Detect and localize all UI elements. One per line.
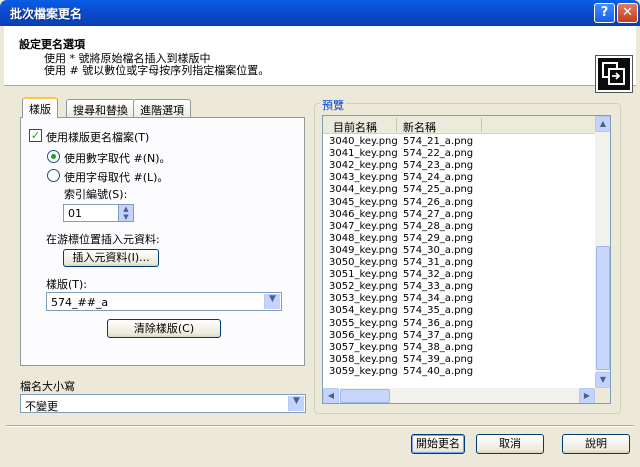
close-button[interactable]: ✕ [617, 3, 638, 23]
current-name-cell: 3047_key.png [329, 220, 398, 232]
help-button[interactable]: 說明 [562, 434, 630, 454]
index-stepper[interactable]: 01 ▲ ▼ [63, 204, 134, 222]
new-name-cell: 574_39_a.png [403, 353, 474, 365]
current-name-cell: 3044_key.png [329, 184, 398, 196]
new-name-cell: 574_36_a.png [403, 317, 474, 329]
window-title: 批次檔案更名 [10, 7, 83, 21]
insert-meta-label: 在游標位置插入元資料: [46, 233, 160, 246]
new-name-cell: 574_31_a.png [403, 257, 474, 268]
chevron-down-icon[interactable]: ▼ [264, 294, 280, 309]
new-name-cell: 574_27_a.png [403, 208, 474, 220]
current-name-cell: 3049_key.png [329, 244, 398, 256]
rename-files-icon [595, 55, 633, 93]
template-combo[interactable]: 574_##_a ▼ [46, 292, 282, 311]
current-name-cell: 3058_key.png [329, 353, 398, 365]
case-label: 檔名大小寫 [20, 380, 75, 393]
index-spin[interactable]: ▲ ▼ [118, 205, 133, 221]
start-rename-button[interactable]: 開始更名 [411, 434, 465, 454]
template-label: 樣版(T): [46, 278, 88, 291]
new-name-cell: 574_34_a.png [403, 293, 474, 305]
horizontal-scrollbar[interactable]: ◀ ▶ [323, 388, 595, 403]
preview-label: 預覽 [320, 97, 346, 113]
current-name-cell: 3046_key.png [329, 208, 398, 220]
current-name-cell: 3050_key.png [329, 257, 398, 268]
template-value: 574_##_a [51, 296, 109, 309]
vertical-scrollbar[interactable]: ▲ ▼ [595, 116, 610, 388]
current-name-cell: 3053_key.png [329, 293, 398, 305]
scroll-left-icon[interactable]: ◀ [323, 388, 339, 403]
new-name-cell: 574_37_a.png [403, 329, 474, 341]
current-name-cell: 3043_key.png [329, 172, 398, 184]
preview-list[interactable]: 目前名稱 新名稱 3040_key.png 574_21_a.png 3041_ke… [322, 115, 611, 404]
template-tab-panel: ✓ 使用樣版更名檔案(T) 使用數字取代 #(N)。 使用字母取代 #(L)。 … [20, 117, 305, 366]
header-hint-2: 使用 # 號以數位或字母按序列指定檔案位置。 [44, 64, 270, 77]
case-select[interactable]: 不變更 ▼ [20, 394, 306, 413]
insert-metadata-button[interactable]: 插入元資料(I)... [63, 249, 159, 267]
vertical-scroll-thumb[interactable] [596, 246, 610, 370]
new-name-cell: 574_30_a.png [403, 244, 474, 256]
case-value: 不變更 [25, 400, 58, 413]
new-name-cell: 574_24_a.png [403, 172, 474, 184]
current-name-cell: 3040_key.png [329, 136, 398, 147]
current-name-cell: 3041_key.png [329, 148, 398, 160]
current-name-cell: 3055_key.png [329, 317, 398, 329]
tab-search-replace[interactable]: 搜尋和替換 [66, 99, 135, 117]
radio-letters-label[interactable]: 使用字母取代 #(L)。 [64, 169, 168, 185]
scroll-corner [595, 388, 610, 403]
radio-digits-label[interactable]: 使用數字取代 #(N)。 [64, 150, 171, 166]
current-name-cell: 3051_key.png [329, 269, 398, 281]
current-name-cell: 3042_key.png [329, 160, 398, 172]
footer-divider [6, 425, 634, 427]
rename-dialog: 批次檔案更名 ? ✕ 設定更名選項 使用 * 號將原始檔名插入到樣版中 使用 #… [0, 0, 640, 467]
spin-up-icon[interactable]: ▲ [119, 205, 133, 213]
new-name-cell: 574_23_a.png [403, 160, 474, 172]
new-name-cell: 574_29_a.png [403, 232, 474, 244]
radio-letters[interactable] [47, 169, 60, 182]
column-new-name[interactable]: 新名稱 [403, 119, 436, 135]
help-title-button[interactable]: ? [594, 3, 615, 23]
new-name-cell: 574_35_a.png [403, 305, 474, 317]
scroll-up-icon[interactable]: ▲ [595, 116, 610, 132]
current-name-cell: 3059_key.png [329, 365, 398, 377]
use-template-checkbox[interactable]: ✓ [29, 129, 42, 142]
current-name-cell: 3057_key.png [329, 341, 398, 353]
scroll-down-icon[interactable]: ▼ [595, 372, 610, 388]
new-name-cell: 574_33_a.png [403, 281, 474, 293]
tab-advanced[interactable]: 進階選項 [133, 99, 191, 117]
current-name-cell: 3056_key.png [329, 329, 398, 341]
column-current-name[interactable]: 目前名稱 [333, 119, 377, 135]
new-name-cell: 574_28_a.png [403, 220, 474, 232]
current-name-cell: 3054_key.png [329, 305, 398, 317]
tab-template[interactable]: 樣版 [22, 97, 58, 118]
new-name-cell: 574_25_a.png [403, 184, 474, 196]
spin-down-icon[interactable]: ▼ [119, 213, 133, 221]
title-bar[interactable]: 批次檔案更名 ? ✕ [0, 0, 640, 26]
radio-digits[interactable] [47, 150, 60, 163]
header-panel: 設定更名選項 使用 * 號將原始檔名插入到樣版中 使用 # 號以數位或字母按序列… [4, 26, 636, 93]
column-separator[interactable] [396, 118, 397, 132]
clear-template-button[interactable]: 清除樣版(C) [107, 319, 221, 338]
column-separator[interactable] [481, 118, 482, 132]
cancel-button[interactable]: 取消 [476, 434, 544, 454]
index-value: 01 [68, 207, 82, 220]
new-name-cell: 574_26_a.png [403, 196, 474, 208]
chevron-down-icon[interactable]: ▼ [288, 396, 304, 411]
index-label: 索引編號(S): [64, 188, 128, 201]
new-name-cell: 574_32_a.png [403, 269, 474, 281]
list-header: 目前名稱 新名稱 [323, 116, 595, 134]
new-name-cell: 574_22_a.png [403, 148, 474, 160]
use-template-label[interactable]: 使用樣版更名檔案(T) [46, 129, 149, 145]
new-name-cell: 574_21_a.png [403, 136, 474, 147]
current-name-cell: 3052_key.png [329, 281, 398, 293]
current-name-cell: 3045_key.png [329, 196, 398, 208]
new-name-cell: 574_38_a.png [403, 341, 474, 353]
horizontal-scroll-thumb[interactable] [340, 389, 390, 403]
scroll-right-icon[interactable]: ▶ [579, 388, 595, 403]
new-name-cell: 574_40_a.png [403, 365, 474, 377]
current-name-cell: 3048_key.png [329, 232, 398, 244]
